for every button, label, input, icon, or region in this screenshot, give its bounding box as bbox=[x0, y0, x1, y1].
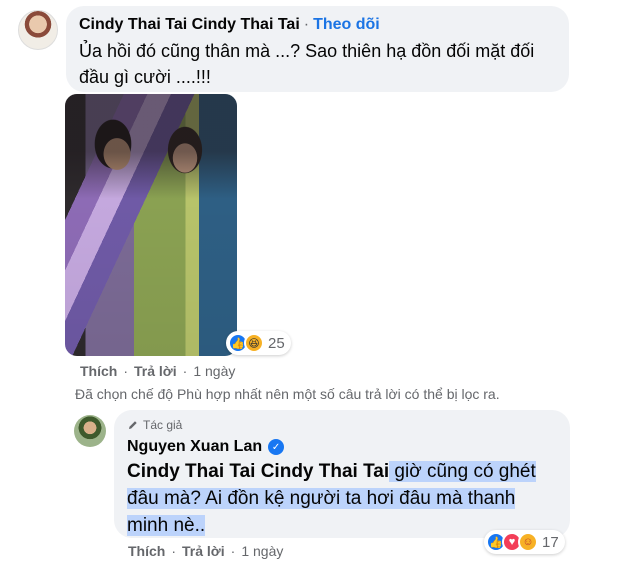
comment-photo[interactable] bbox=[65, 94, 237, 356]
mention-link[interactable]: Cindy Thai Tai Cindy Thai Tai bbox=[127, 461, 389, 482]
pencil-icon bbox=[129, 421, 137, 429]
action-separator: · bbox=[230, 543, 236, 559]
reaction-count: 25 bbox=[268, 334, 285, 352]
action-separator: · bbox=[171, 543, 177, 559]
photo-overlay bbox=[65, 94, 237, 356]
comment-text: Ủa hồi đó cũng thân mà ...? Sao thiên hạ… bbox=[79, 41, 535, 87]
verified-badge-icon: ✓ bbox=[268, 439, 285, 455]
reply-button[interactable]: Trả lời bbox=[134, 363, 177, 379]
action-separator: · bbox=[123, 363, 129, 379]
dot-separator: · bbox=[303, 16, 310, 33]
comment-author-name[interactable]: Cindy Thai Tai Cindy Thai Tai bbox=[79, 16, 300, 33]
author-tag-label: Tác giả bbox=[143, 418, 183, 432]
care-icon: ☺ bbox=[518, 532, 538, 552]
commenter-avatar[interactable] bbox=[18, 10, 58, 50]
comment-actions: Thích · Trả lời · 1 ngày bbox=[80, 363, 235, 379]
reply-timestamp[interactable]: 1 ngày bbox=[241, 543, 283, 559]
like-button[interactable]: Thích bbox=[80, 363, 117, 379]
reply-actions: Thích · Trả lời · 1 ngày bbox=[128, 543, 283, 559]
comment-bubble: Cindy Thai Tai Cindy Thai Tai · Theo dõi Ủ… bbox=[66, 6, 569, 92]
reply-avatar[interactable] bbox=[74, 415, 106, 447]
action-separator: · bbox=[182, 363, 188, 379]
haha-icon: 😆 bbox=[244, 333, 264, 353]
reply-reactions[interactable]: 👍 ♥ ☺ 17 bbox=[484, 530, 565, 554]
reply-button[interactable]: Trả lời bbox=[182, 543, 225, 559]
comment-timestamp[interactable]: 1 ngày bbox=[193, 363, 235, 379]
comment-reactions[interactable]: 👍 😆 25 bbox=[226, 331, 291, 355]
filter-notice: Đã chọn chế độ Phù hợp nhất nên một số c… bbox=[75, 386, 500, 402]
author-badge: Tác giả bbox=[127, 416, 557, 434]
like-button[interactable]: Thích bbox=[128, 543, 165, 559]
reply-text: Cindy Thai Tai Cindy Thai Tai giờ cũng c… bbox=[127, 458, 557, 539]
reply-author-name[interactable]: Nguyen Xuan Lan bbox=[127, 438, 262, 456]
reaction-count: 17 bbox=[542, 533, 559, 551]
follow-link[interactable]: Theo dõi bbox=[313, 16, 380, 33]
reply-bubble: Tác giả Nguyen Xuan Lan ✓ Cindy Thai Tai… bbox=[114, 410, 570, 538]
